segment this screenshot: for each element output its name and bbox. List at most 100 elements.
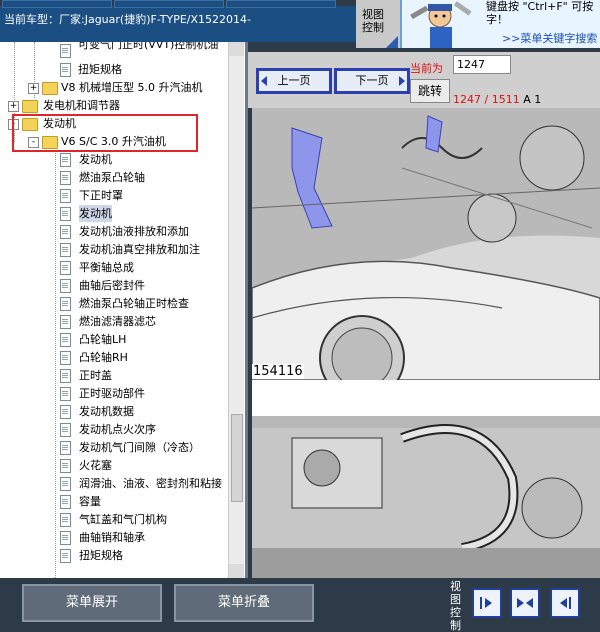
arrow-right-icon [517,598,524,608]
arrow-right-icon [485,598,492,608]
document-icon [60,63,71,77]
engine-illustration [252,108,600,578]
expand-icon[interactable]: + [8,101,19,112]
menu-collapse-button[interactable]: 菜单折叠 [174,584,314,622]
page-nav-bar: 上一页 下一页 当前为 跳转 1247 / 1511 A 1 [248,52,600,108]
header-tab[interactable] [226,0,336,8]
arrow-right-icon [399,76,405,86]
engine-diagram: 154116 [252,108,600,578]
arrow-left-icon [526,598,533,608]
document-icon [60,369,71,383]
header-tab[interactable] [2,0,112,8]
tree-item-label: 容量 [79,495,101,508]
page-count: 1247 / 1511 [453,93,520,106]
help-text: 键盘按 "Ctrl+F" 可按字！ [486,0,594,26]
header-tabs [0,0,356,8]
bar-icon [569,597,571,609]
scroll-thumb[interactable] [231,414,243,502]
vehicle-header: 当前车型：厂家:Jaguar(捷豹)F-TYPE/X1522014- [0,0,356,42]
tree-item-label: 润滑油、油液、密封剂和粘接 [79,477,222,490]
tree-scrollbar[interactable] [228,42,244,578]
document-icon [60,531,71,545]
tree-item-label: 正时盖 [79,369,112,382]
document-icon [60,387,71,401]
document-icon [60,297,71,311]
document-icon [60,351,71,365]
prev-page-button[interactable]: 上一页 [256,68,332,94]
document-icon [60,261,71,275]
tree-item-label: 扭矩规格 [79,549,123,562]
tree-item-label: V8 机械增压型 5.0 升汽油机 [61,81,203,94]
tree-item-label: 发动机数据 [79,405,134,418]
page-suffix: A 1 [523,93,542,106]
mechanic-mascot-icon [410,1,472,48]
tree-item-label: 发电机和调节器 [43,99,120,112]
next-page-button[interactable]: 下一页 [334,68,410,94]
help-panel: 键盘按 "Ctrl+F" 可按字！ >>菜单关键字搜索 [400,0,600,48]
tree-item-label: 曲轴后密封件 [79,279,145,292]
document-icon [60,405,71,419]
tree-item-label: 发动机点火次序 [79,423,156,436]
document-icon [60,549,71,563]
split-view-button[interactable] [510,588,540,618]
menu-tree: 可变气门正时(VVT)控制机油 扭矩规格 + V8 机械增压型 5.0 升汽油机… [0,42,248,578]
bar-icon [480,597,482,609]
tree-item-label: 正时驱动部件 [79,387,145,400]
document-icon [60,207,71,221]
view-control-toggle[interactable]: 视图控制 [356,0,400,48]
tree-item-label: 平衡轴总成 [79,261,134,274]
tree-item-label: 曲轴销和轴承 [79,531,145,544]
expand-right-button[interactable] [472,588,502,618]
expand-icon[interactable]: + [28,83,39,94]
tree-item-label: 发动机 [79,153,112,166]
view-control-label-bottom: 视图控制 [450,580,461,632]
tree-item-label: 凸轮轴RH [79,351,128,364]
document-icon [60,189,71,203]
document-icon [60,243,71,257]
document-icon [60,171,71,185]
tree-guide [55,150,56,578]
next-page-label: 下一页 [355,74,389,87]
tree-item-label: 发动机油液排放和添加 [79,225,189,238]
menu-expand-button[interactable]: 菜单展开 [22,584,162,622]
jump-button[interactable]: 跳转 [410,79,450,103]
header-tab[interactable] [114,0,224,8]
folder-icon [42,82,58,95]
tree-item-label: 火花塞 [79,459,112,472]
page-number-input[interactable] [453,55,511,74]
bottom-toolbar: 菜单展开 菜单折叠 视图控制 [0,578,600,632]
document-icon [60,279,71,293]
tree-item-label: 凸轮轴LH [79,333,127,346]
document-icon [60,44,71,58]
highlight-box [12,114,198,152]
tree-item-label: 燃油泵凸轮轴 [79,171,145,184]
tree-item-label: 发动机气门间隙（冷态） [79,441,200,454]
document-icon [60,477,71,491]
expand-left-button[interactable] [550,588,580,618]
current-page-label: 当前为 [410,62,443,75]
document-icon [60,225,71,239]
document-icon [60,441,71,455]
scroll-up-icon[interactable] [229,42,244,56]
document-icon [60,333,71,347]
document-icon [60,423,71,437]
document-icon [60,459,71,473]
document-icon [60,153,71,167]
diagram-id-label: 154116 [252,364,304,379]
tree-item-label: 可变气门正时(VVT)控制机油 [78,42,219,51]
prev-page-label: 上一页 [277,74,311,87]
tree-item-label: 燃油泵凸轮轴正时检查 [79,297,189,310]
document-icon [60,513,71,527]
arrow-left-icon [261,76,267,86]
page-status: 1247 / 1511 A 1 [453,93,541,106]
keyword-search-link[interactable]: >>菜单关键字搜索 [502,30,597,46]
tree-item-label: 扭矩规格 [78,63,122,76]
folder-icon [22,100,38,113]
scroll-down-icon[interactable] [229,564,244,578]
tree-item-label: 燃油滤清器滤芯 [79,315,156,328]
tree-item-label: 发动机 [79,205,112,222]
arrow-left-icon [560,598,567,608]
document-icon [60,495,71,509]
tree-item-label: 气缸盖和气门机构 [79,513,167,526]
document-icon [60,315,71,329]
